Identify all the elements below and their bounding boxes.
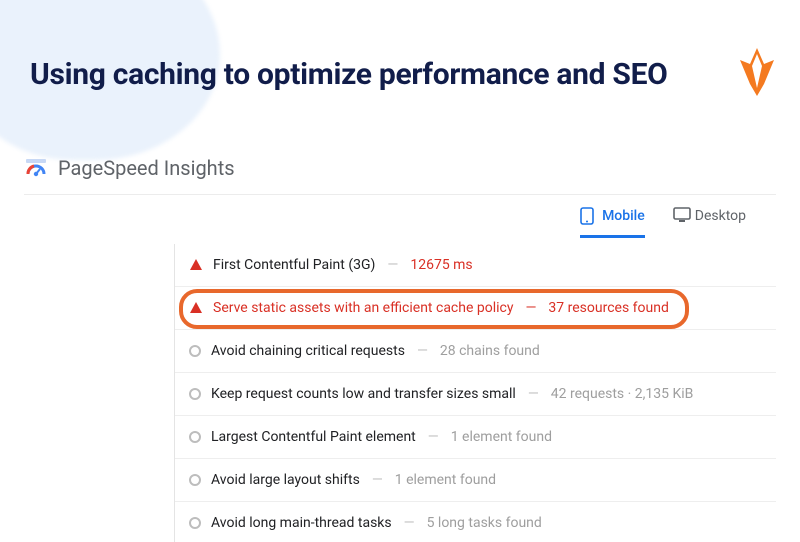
- audit-row[interactable]: Avoid large layout shifts — 1 element foun…: [175, 459, 776, 502]
- triangle-warning-icon: [189, 258, 203, 272]
- separator: —: [404, 515, 415, 531]
- audit-detail: 12675 ms: [410, 257, 472, 273]
- audit-detail: 37 resources found: [548, 300, 668, 316]
- audit-detail: 28 chains found: [440, 343, 540, 359]
- audit-row[interactable]: Largest Contentful Paint element — 1 eleme…: [175, 416, 776, 459]
- audit-label: Avoid long main-thread tasks: [211, 515, 392, 531]
- audit-detail: 1 element found: [395, 472, 496, 488]
- page-title: Using caching to optimize performance an…: [24, 57, 668, 92]
- audit-label: Largest Contentful Paint element: [211, 429, 416, 445]
- audit-label: Avoid large layout shifts: [211, 472, 360, 488]
- tab-mobile-label: Mobile: [602, 208, 645, 224]
- circle-neutral-icon: [189, 517, 201, 529]
- audit-row[interactable]: Keep request counts low and transfer siz…: [175, 373, 776, 416]
- tab-desktop-label: Desktop: [695, 208, 746, 224]
- audit-detail: 5 long tasks found: [427, 515, 542, 531]
- circle-neutral-icon: [189, 474, 201, 486]
- separator: —: [528, 386, 539, 402]
- audit-label: First Contentful Paint (3G): [213, 257, 375, 273]
- audit-label: Avoid chaining critical requests: [211, 343, 405, 359]
- audit-row[interactable]: Avoid long main-thread tasks — 5 long task…: [175, 502, 776, 542]
- tool-name: PageSpeed Insights: [58, 156, 235, 180]
- separator: —: [428, 429, 439, 445]
- audit-row[interactable]: Avoid chaining critical requests — 28 chai…: [175, 330, 776, 373]
- audit-list: First Contentful Paint (3G) — 12675 ms Serv…: [174, 244, 776, 542]
- audit-detail: 1 element found: [451, 429, 552, 445]
- tab-desktop[interactable]: Desktop: [673, 207, 746, 238]
- audit-label: Serve static assets with an efficient ca…: [213, 300, 513, 316]
- pagespeed-insights-icon: [24, 156, 48, 180]
- audit-label: Keep request counts low and transfer siz…: [211, 386, 516, 402]
- mobile-icon: [580, 207, 594, 225]
- separator: —: [372, 472, 383, 488]
- separator: —: [417, 343, 428, 359]
- circle-neutral-icon: [189, 345, 201, 357]
- desktop-icon: [673, 207, 687, 225]
- separator: —: [387, 257, 398, 273]
- triangle-warning-icon: [189, 301, 203, 315]
- wp-rocket-logo-icon: [740, 48, 774, 100]
- circle-neutral-icon: [189, 388, 201, 400]
- tab-mobile[interactable]: Mobile: [580, 207, 645, 238]
- device-tabs: Mobile Desktop: [24, 195, 776, 238]
- audit-row[interactable]: Serve static assets with an efficient ca…: [175, 287, 776, 330]
- header: Using caching to optimize performance an…: [24, 0, 776, 100]
- tool-header: PageSpeed Insights: [24, 156, 776, 195]
- separator: —: [525, 300, 536, 316]
- circle-neutral-icon: [189, 431, 201, 443]
- audit-detail: 42 requests · 2,135 KiB: [551, 386, 694, 402]
- audit-row[interactable]: First Contentful Paint (3G) — 12675 ms: [175, 244, 776, 287]
